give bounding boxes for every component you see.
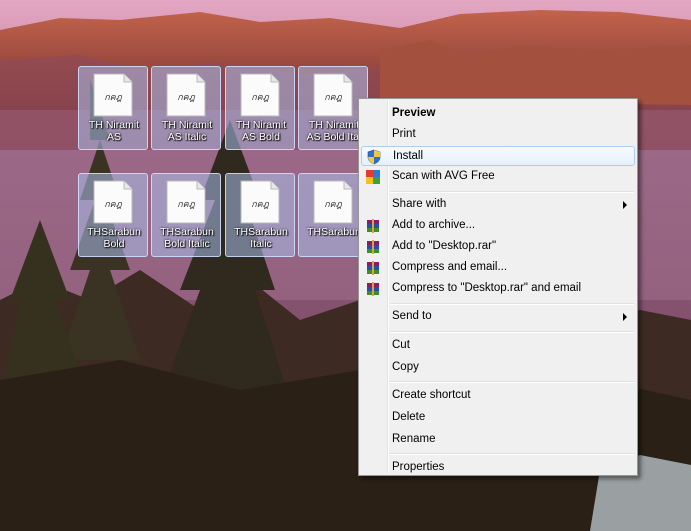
font-preview-text: กคฎ — [251, 200, 269, 210]
submenu-arrow-icon — [623, 201, 627, 209]
menu-item-label: Copy — [392, 361, 419, 373]
menu-item-compress-rar-email[interactable]: Compress to "Desktop.rar" and email — [361, 279, 635, 299]
file-name[interactable]: TH Niramit AS Bold — [226, 119, 296, 143]
menu-item-compress-email[interactable]: Compress and email... — [361, 258, 635, 278]
menu-item-label: Add to archive... — [392, 219, 476, 231]
font-preview-text: กคฎ — [104, 93, 122, 103]
winrar-icon — [365, 281, 381, 297]
menu-item-cut[interactable]: Cut — [361, 336, 635, 356]
menu-item-label: Scan with AVG Free — [392, 170, 495, 182]
font-preview-text: กคฎ — [104, 200, 122, 210]
menu-item-label: Rename — [392, 433, 436, 445]
menu-separator — [390, 381, 634, 383]
menu-item-properties[interactable]: Properties — [361, 458, 635, 478]
menu-item-label: Preview — [392, 107, 436, 119]
menu-item-label: Properties — [392, 461, 445, 473]
menu-item-install[interactable]: Install — [361, 146, 635, 166]
desktop[interactable]: กคฎ TH Niramit AS กคฎ TH Niramit AS Ital… — [0, 0, 691, 531]
menu-separator — [390, 303, 634, 305]
font-file-tile[interactable]: กคฎ TH Niramit AS Bold — [225, 66, 295, 150]
file-name[interactable]: TH Niramit AS Italic — [152, 119, 222, 143]
menu-item-label: Compress and email... — [392, 261, 508, 273]
menu-item-print[interactable]: Print — [361, 125, 635, 145]
menu-item-scan-avg[interactable]: Scan with AVG Free — [361, 167, 635, 187]
winrar-icon — [365, 239, 381, 255]
menu-item-add-to-archive[interactable]: Add to archive... — [361, 216, 635, 236]
file-name[interactable]: THSarabun Bold — [79, 226, 149, 250]
menu-separator — [390, 453, 634, 455]
menu-item-create-shortcut[interactable]: Create shortcut — [361, 386, 635, 406]
font-file-tile[interactable]: กคฎ THSarabun Bold — [78, 173, 148, 257]
file-name[interactable]: THSarabun Italic — [226, 226, 296, 250]
menu-item-preview[interactable]: Preview — [361, 104, 635, 124]
menu-item-label: Share with — [392, 198, 447, 210]
menu-item-rename[interactable]: Rename — [361, 430, 635, 450]
winrar-icon — [365, 218, 381, 234]
font-file-tile[interactable]: กคฎ THSarabun Italic — [225, 173, 295, 257]
menu-item-copy[interactable]: Copy — [361, 358, 635, 378]
menu-item-label: Add to "Desktop.rar" — [392, 240, 497, 252]
font-file-tile[interactable]: กคฎ TH Niramit AS — [78, 66, 148, 150]
menu-item-share-with[interactable]: Share with — [361, 195, 635, 215]
menu-item-label: Create shortcut — [392, 389, 471, 401]
file-name[interactable]: THSarabun Bold Italic — [152, 226, 222, 250]
uac-shield-icon — [366, 149, 382, 165]
submenu-arrow-icon — [623, 313, 627, 321]
font-preview-text: กคฎ — [251, 93, 269, 103]
menu-item-label: Send to — [392, 310, 432, 322]
font-preview-text: กคฎ — [177, 93, 195, 103]
font-preview-text: กคฎ — [324, 200, 342, 210]
context-menu: Preview Print Install Scan with AVG Free… — [358, 98, 638, 476]
winrar-icon — [365, 260, 381, 276]
menu-item-label: Compress to "Desktop.rar" and email — [392, 282, 582, 294]
avg-icon — [365, 169, 381, 185]
font-preview-text: กคฎ — [324, 93, 342, 103]
font-file-tile[interactable]: กคฎ THSarabun Bold Italic — [151, 173, 221, 257]
menu-item-label: Delete — [392, 411, 426, 423]
menu-item-add-to-desktop-rar[interactable]: Add to "Desktop.rar" — [361, 237, 635, 257]
menu-item-label: Install — [393, 150, 424, 162]
menu-item-delete[interactable]: Delete — [361, 408, 635, 428]
menu-item-label: Cut — [392, 339, 410, 351]
file-name[interactable]: TH Niramit AS — [79, 119, 149, 143]
font-file-tile[interactable]: กคฎ TH Niramit AS Italic — [151, 66, 221, 150]
font-preview-text: กคฎ — [177, 200, 195, 210]
menu-separator — [390, 191, 634, 193]
menu-item-label: Print — [392, 128, 416, 140]
menu-separator — [390, 331, 634, 333]
menu-item-send-to[interactable]: Send to — [361, 307, 635, 327]
